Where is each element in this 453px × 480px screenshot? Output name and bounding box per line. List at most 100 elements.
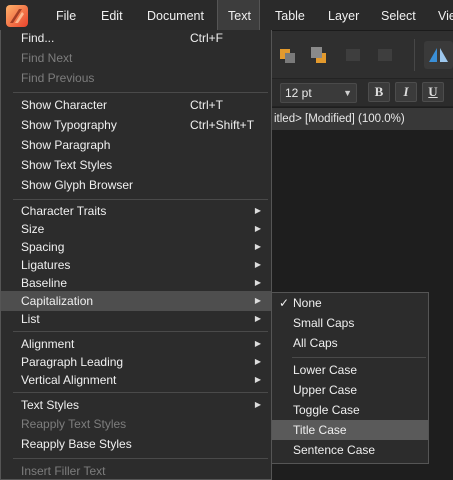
chevron-down-icon: ▼ (343, 88, 352, 98)
menu-item-show-text-styles[interactable]: Show Text Styles (1, 155, 271, 175)
menu-separator (13, 199, 268, 200)
arrange-disabled-icon-2 (372, 41, 400, 69)
menu-separator (13, 392, 268, 393)
submenu-arrow-icon: ▶ (254, 296, 261, 305)
submenu-item-sentence-case[interactable]: Sentence Case (272, 440, 428, 460)
menu-item-label: Vertical Alignment (21, 373, 117, 387)
menu-document[interactable]: Document (137, 0, 214, 31)
menu-item-label: Text Styles (21, 398, 80, 412)
affinity-publisher-logo-icon[interactable] (6, 5, 28, 27)
menu-item-text-styles[interactable]: Text Styles ▶ (1, 395, 271, 415)
arrange-disabled-icon (340, 41, 368, 69)
flip-icon[interactable] (424, 41, 453, 69)
submenu-item-label: Toggle Case (293, 403, 360, 417)
menu-file[interactable]: File (46, 0, 86, 31)
submenu-arrow-icon: ▶ (254, 400, 261, 409)
menu-item-show-character[interactable]: Show Character Ctrl+T (1, 95, 271, 115)
menu-item-label: Show Text Styles (21, 158, 113, 172)
menu-edit[interactable]: Edit (91, 0, 133, 31)
menu-item-vertical-alignment[interactable]: Vertical Alignment ▶ (1, 370, 271, 390)
menu-item-baseline[interactable]: Baseline ▶ (1, 273, 271, 293)
submenu-item-title-case[interactable]: Title Case (272, 420, 428, 440)
menu-item-alignment[interactable]: Alignment ▶ (1, 334, 271, 354)
submenu-item-label: Sentence Case (293, 443, 376, 457)
menu-text[interactable]: Text (217, 0, 260, 31)
menu-item-capitalization[interactable]: Capitalization ▶ (1, 291, 271, 311)
menu-item-show-paragraph[interactable]: Show Paragraph (1, 135, 271, 155)
font-size-select[interactable]: 12 pt ▼ (280, 83, 357, 103)
menu-item-paragraph-leading[interactable]: Paragraph Leading ▶ (1, 352, 271, 372)
menu-item-list[interactable]: List ▶ (1, 309, 271, 329)
menu-item-label: Show Typography (21, 118, 117, 132)
context-toolbar: 12 pt ▼ B I U (272, 79, 453, 107)
shortcut-label: Ctrl+Shift+T (190, 118, 255, 132)
submenu-arrow-icon: ▶ (254, 357, 261, 366)
menu-item-find[interactable]: Find... Ctrl+F (1, 28, 271, 48)
submenu-arrow-icon: ▶ (254, 375, 261, 384)
menu-item-label: Alignment (21, 337, 75, 351)
menu-separator (13, 458, 268, 459)
menu-item-label: Ligatures (21, 258, 71, 272)
arrange-back-icon[interactable] (274, 41, 302, 69)
menu-item-label: Find Next (21, 51, 73, 65)
menu-item-label: Show Character (21, 98, 108, 112)
menu-item-show-typography[interactable]: Show Typography Ctrl+Shift+T (1, 115, 271, 135)
document-tab[interactable]: itled> [Modified] (100.0%) (272, 108, 453, 130)
checkmark-icon: ✓ (279, 296, 290, 310)
submenu-item-label: Small Caps (293, 316, 355, 330)
menu-separator (13, 92, 268, 93)
underline-button[interactable]: U (422, 82, 444, 102)
menu-item-label: Size (21, 222, 45, 236)
submenu-item-label: All Caps (293, 336, 338, 350)
submenu-arrow-icon: ▶ (254, 314, 261, 323)
menu-item-label: Character Traits (21, 204, 107, 218)
italic-button[interactable]: I (395, 82, 417, 102)
submenu-arrow-icon: ▶ (254, 224, 261, 233)
menu-item-reapply-base-styles[interactable]: Reapply Base Styles (1, 434, 271, 454)
menu-layer[interactable]: Layer (318, 0, 369, 31)
menu-item-reapply-text-styles: Reapply Text Styles (1, 414, 271, 434)
text-menu: Find... Ctrl+F Find Next Find Previous S… (0, 30, 272, 480)
menu-item-label: Insert Filler Text (21, 464, 106, 478)
menu-item-label: Find... (21, 31, 55, 45)
submenu-separator (292, 357, 426, 358)
menu-bar: File Edit Document Text Table Layer Sele… (0, 0, 453, 31)
bold-button[interactable]: B (368, 82, 390, 102)
arrange-forward-icon[interactable] (306, 41, 334, 69)
menu-item-ligatures[interactable]: Ligatures ▶ (1, 255, 271, 275)
toolbar-divider (414, 39, 415, 71)
font-size-value: 12 pt (285, 86, 312, 100)
submenu-item-label: Title Case (293, 423, 347, 437)
submenu-item-all-caps[interactable]: All Caps (272, 333, 428, 353)
menu-item-label: Spacing (21, 240, 65, 254)
submenu-arrow-icon: ▶ (254, 260, 261, 269)
toolbar (272, 31, 453, 79)
submenu-arrow-icon: ▶ (254, 278, 261, 287)
submenu-item-toggle-case[interactable]: Toggle Case (272, 400, 428, 420)
submenu-item-label: Lower Case (293, 363, 358, 377)
capitalization-submenu: ✓ None Small Caps All Caps Lower Case Up… (271, 292, 429, 464)
menu-view[interactable]: Vie (428, 0, 453, 31)
menu-item-find-previous: Find Previous (1, 68, 271, 88)
menu-item-spacing[interactable]: Spacing ▶ (1, 237, 271, 257)
submenu-item-lower-case[interactable]: Lower Case (272, 360, 428, 380)
menu-item-label: Show Paragraph (21, 138, 111, 152)
submenu-item-upper-case[interactable]: Upper Case (272, 380, 428, 400)
submenu-arrow-icon: ▶ (254, 206, 261, 215)
shortcut-label: Ctrl+F (190, 31, 223, 45)
menu-item-label: Show Glyph Browser (21, 178, 134, 192)
menu-item-show-glyph-browser[interactable]: Show Glyph Browser (1, 175, 271, 195)
menu-item-insert-filler-text: Insert Filler Text (1, 461, 271, 480)
menu-item-character-traits[interactable]: Character Traits ▶ (1, 201, 271, 221)
shortcut-label: Ctrl+T (190, 98, 223, 112)
submenu-item-small-caps[interactable]: Small Caps (272, 313, 428, 333)
menu-select[interactable]: Select (371, 0, 426, 31)
menu-item-label: Paragraph Leading (21, 355, 124, 369)
submenu-item-label: None (293, 296, 322, 310)
submenu-item-none[interactable]: ✓ None (272, 293, 428, 313)
menu-separator (13, 331, 268, 332)
menu-item-label: Baseline (21, 276, 68, 290)
menu-item-size[interactable]: Size ▶ (1, 219, 271, 239)
submenu-arrow-icon: ▶ (254, 242, 261, 251)
menu-table[interactable]: Table (265, 0, 315, 31)
